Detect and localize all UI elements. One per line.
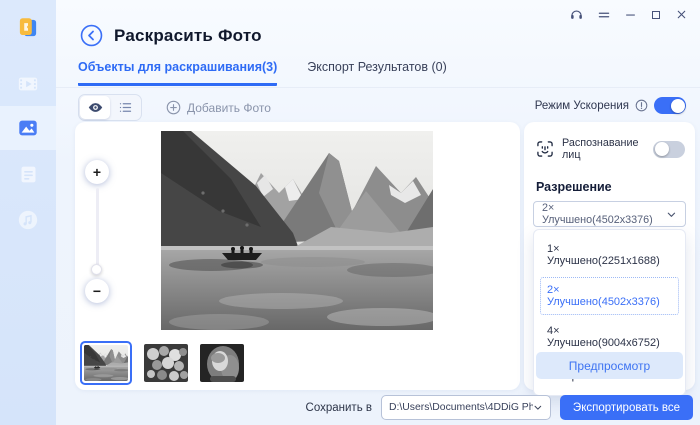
add-photo-button[interactable]: Добавить Фото <box>166 100 271 115</box>
preview-view-button[interactable] <box>80 96 110 119</box>
info-icon[interactable] <box>635 99 648 112</box>
chevron-down-icon <box>666 209 677 220</box>
save-path-value: D:\Users\Documents\4DDiG Phot... <box>389 402 533 413</box>
sidebar <box>0 0 56 425</box>
acceleration-toggle[interactable] <box>654 97 686 114</box>
thumbnail-landscape-selected[interactable] <box>80 341 132 385</box>
document-icon <box>18 164 39 185</box>
headset-icon[interactable] <box>569 7 584 22</box>
settings-panel: Распознавание лиц Разрешение 2× Улучшено… <box>524 122 695 390</box>
sidebar-item-audio[interactable] <box>0 198 56 242</box>
sidebar-item-video[interactable] <box>0 62 56 106</box>
thumbnail-strip <box>80 341 244 385</box>
zoom-in-button[interactable]: + <box>85 160 109 184</box>
zoom-slider-track[interactable] <box>96 188 99 272</box>
main-photo-preview[interactable] <box>161 131 433 330</box>
resolution-option-4x[interactable]: 4× Улучшено(9004x6752) <box>540 318 679 356</box>
maximize-button[interactable] <box>650 9 662 21</box>
list-icon <box>118 100 133 115</box>
acceleration-label: Режим Ускорения <box>535 100 629 112</box>
thumbnail-flowers[interactable] <box>144 344 188 382</box>
face-recognition-toggle[interactable] <box>653 141 685 158</box>
music-icon <box>17 209 39 231</box>
back-arrow-icon <box>80 24 103 47</box>
footer-bar: Сохранить в D:\Users\Documents\4DDiG Pho… <box>56 390 700 425</box>
resolution-select[interactable]: 2× Улучшено(4502x3376) <box>533 201 686 227</box>
menu-icon[interactable] <box>597 8 611 22</box>
page-title: Раскрасить Фото <box>114 26 262 46</box>
view-mode-switch <box>78 94 142 121</box>
sidebar-item-document[interactable] <box>0 152 56 196</box>
sidebar-item-photo[interactable] <box>0 106 56 150</box>
app-logo-icon <box>15 15 41 41</box>
video-enhancer-icon <box>17 73 39 95</box>
tab-objects-to-colorize[interactable]: Объекты для раскрашивания(3) <box>78 60 277 86</box>
save-to-label: Сохранить в <box>306 402 372 414</box>
save-path-select[interactable]: D:\Users\Documents\4DDiG Phot... <box>381 395 551 420</box>
tab-export-results[interactable]: Экспорт Результатов (0) <box>307 60 447 86</box>
header-divider <box>56 87 700 88</box>
zoom-out-button[interactable]: − <box>85 279 109 303</box>
eye-icon <box>87 99 104 116</box>
plus-circle-icon <box>166 100 181 115</box>
preview-button[interactable]: Предпросмотр <box>536 352 683 379</box>
tab-bar: Объекты для раскрашивания(3) Экспорт Рез… <box>78 60 447 86</box>
app-window: Раскрасить Фото Объекты для раскрашивани… <box>0 0 700 425</box>
thumbnail-portrait[interactable] <box>200 344 244 382</box>
face-recognition-icon <box>535 139 555 159</box>
close-button[interactable] <box>675 8 688 21</box>
zoom-slider-handle[interactable] <box>91 264 102 275</box>
face-recognition-label: Распознавание лиц <box>562 137 646 161</box>
titlebar-controls <box>569 7 688 22</box>
image-viewer-card: + − <box>75 122 520 390</box>
resolution-option-1x[interactable]: 1× Улучшено(2251x1688) <box>540 236 679 274</box>
resolution-heading: Разрешение <box>536 180 612 194</box>
list-view-button[interactable] <box>110 96 140 119</box>
resolution-selected-value: 2× Улучшено(4502x3376) <box>542 202 666 226</box>
add-photo-label: Добавить Фото <box>187 101 271 115</box>
photo-enhancer-icon <box>17 117 39 139</box>
minimize-button[interactable] <box>624 8 637 21</box>
resolution-option-2x[interactable]: 2× Улучшено(4502x3376) <box>540 277 679 315</box>
chevron-down-icon <box>533 402 543 413</box>
app-logo <box>0 6 56 50</box>
export-all-button[interactable]: Экспортировать все <box>560 395 693 420</box>
back-button[interactable] <box>80 24 103 47</box>
